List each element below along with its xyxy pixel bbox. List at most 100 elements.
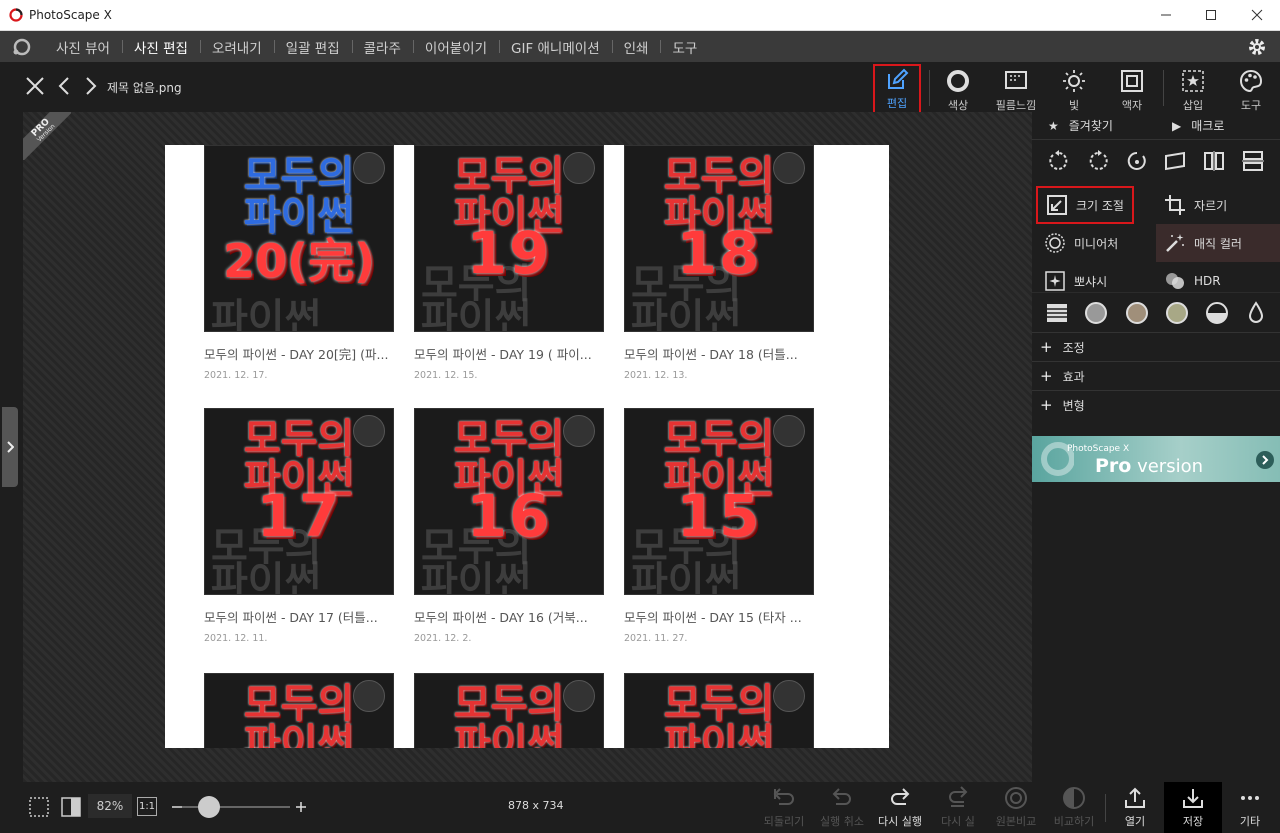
bokeh-button[interactable]: 뽀샤시	[1036, 262, 1134, 300]
chevron-left-icon[interactable]	[57, 76, 71, 96]
filter-warm-icon[interactable]	[1165, 301, 1189, 325]
hdr-button[interactable]: HDR	[1156, 262, 1254, 300]
miniature-button[interactable]: 미니어처	[1036, 224, 1134, 262]
section-effects[interactable]: + 효과	[1032, 361, 1280, 390]
divider	[929, 70, 930, 106]
post-title: 모두의 파이썬 - DAY 20[完] (파...	[204, 347, 389, 362]
rotate-right-icon[interactable]	[1086, 149, 1110, 173]
book-cover-thumbnail: 모두의 파이썬 모두의 파이썬 19	[414, 145, 604, 332]
menu-collage[interactable]: 콜라주	[351, 37, 413, 57]
pro-version-ribbon[interactable]: PRO Version	[23, 112, 71, 160]
redo-button[interactable]: 다시 실행	[872, 786, 928, 829]
compare-label: 비교하기	[1053, 815, 1095, 828]
book-cover-thumbnail: 모두의 파이썬 모두의 파이썬 17	[204, 408, 394, 595]
list-icon[interactable]	[1046, 302, 1068, 324]
cover-title-2: 파이썬	[663, 721, 775, 748]
tab-edit-label: 편집	[886, 97, 908, 110]
droplet-icon[interactable]	[1246, 300, 1266, 325]
menu-batch[interactable]: 일괄 편집	[273, 37, 352, 57]
zoom-in-icon[interactable]	[294, 800, 308, 814]
main-menu: 사진 뷰어 사진 편집 오려내기 일괄 편집 콜라주 이어붙이기 GIF 애니메…	[0, 31, 1280, 62]
tab-insert-label: 삽입	[1182, 99, 1204, 112]
save-button[interactable]: 저장	[1165, 786, 1221, 829]
magic-color-button[interactable]: 매직 컬러	[1156, 224, 1280, 262]
original-compare-button[interactable]: 원본비교	[988, 786, 1044, 829]
cover-ghost-text: 파이썬	[211, 296, 322, 332]
post-date: 2021. 12. 2.	[414, 633, 472, 644]
zoom-level[interactable]: 82%	[88, 794, 132, 818]
home-logo-icon[interactable]	[0, 37, 44, 57]
filter-gray-icon[interactable]	[1084, 301, 1108, 325]
section-adjust-label: 조정	[1062, 340, 1085, 355]
tool-grid: 크기 조절 자르기 미니어처 매직 컬러 뽀샤시 HDR	[1032, 182, 1280, 292]
resize-button[interactable]: 크기 조절	[1036, 186, 1134, 224]
filter-sepia-icon[interactable]	[1125, 301, 1149, 325]
flip-vertical-icon[interactable]	[1241, 149, 1265, 173]
section-effects-label: 효과	[1062, 369, 1085, 384]
post-title: 모두의 파이썬 - DAY 19 ( 파이...	[414, 347, 592, 362]
maximize-icon[interactable]	[1203, 7, 1219, 23]
expand-left-panel-button[interactable]	[2, 407, 18, 487]
macro-button[interactable]: ▶ 매크로	[1156, 117, 1280, 134]
menu-cut-out[interactable]: 오려내기	[199, 37, 274, 57]
list-item: 모두의 파이썬	[624, 673, 814, 748]
frame-icon	[1121, 70, 1143, 92]
promo-app-name: PhotoScape X	[1067, 444, 1130, 454]
flip-horizontal-icon[interactable]	[1202, 149, 1226, 173]
plus-icon: +	[1040, 338, 1053, 356]
actual-size-button[interactable]: 1:1	[137, 797, 157, 816]
undo-label: 실행 취소	[820, 815, 864, 828]
close-window-icon[interactable]	[1249, 7, 1265, 23]
rotate-left-icon[interactable]	[1047, 149, 1071, 173]
crop-button[interactable]: 자르기	[1156, 186, 1254, 224]
gear-icon[interactable]	[1247, 37, 1267, 57]
undo-button[interactable]: 실행 취소	[814, 786, 870, 829]
file-name: 제목 없음.png	[107, 81, 182, 95]
straighten-icon[interactable]	[1163, 149, 1187, 173]
rotate-arbitrary-icon[interactable]	[1125, 149, 1149, 173]
promo-pro: Pro	[1095, 455, 1132, 477]
tab-frame-label: 액자	[1121, 99, 1143, 112]
sparkle-frame-icon	[1045, 271, 1065, 291]
cover-day-number: 16	[466, 482, 552, 550]
chevron-right-icon[interactable]	[84, 76, 98, 96]
miniature-label: 미니어처	[1074, 236, 1119, 251]
select-marquee-icon[interactable]	[28, 796, 50, 818]
chevron-right-icon	[7, 441, 14, 453]
section-transform[interactable]: + 변형	[1032, 390, 1280, 419]
post-title: 모두의 파이썬 - DAY 16 (거북...	[414, 610, 588, 625]
compare-split-icon[interactable]	[60, 796, 82, 818]
more-button[interactable]: 기타	[1222, 786, 1278, 829]
tab-light-label: 빛	[1068, 99, 1080, 112]
minimize-icon[interactable]	[1158, 7, 1174, 23]
repeat-button[interactable]: 다시 실	[930, 786, 986, 829]
menu-tools[interactable]: 도구	[660, 37, 709, 57]
section-adjust[interactable]: + 조정	[1032, 332, 1280, 361]
chevron-right-icon	[1256, 451, 1274, 469]
open-button[interactable]: 열기	[1107, 786, 1163, 829]
favorites-button[interactable]: ★ 즐겨찾기	[1032, 117, 1156, 134]
menu-photo-viewer[interactable]: 사진 뷰어	[44, 37, 122, 57]
book-cover-thumbnail: 모두의 파이썬	[204, 673, 394, 748]
menu-gif[interactable]: GIF 애니메이션	[499, 37, 612, 57]
menu-photo-editor[interactable]: 사진 편집	[121, 37, 200, 57]
crop-icon	[1165, 195, 1185, 215]
edited-image[interactable]: 모두의 파이썬 20(完) 파이썬 모두의 파이썬 - DAY 20[完] (파…	[165, 145, 889, 748]
revert-label: 되돌리기	[763, 815, 805, 828]
miniature-icon	[1045, 233, 1065, 253]
post-date: 2021. 12. 11.	[204, 633, 268, 644]
filter-half-icon[interactable]	[1205, 301, 1229, 325]
play-icon: ▶	[1172, 118, 1182, 133]
cover-ghost-text: 파이썬	[631, 559, 742, 595]
image-dimensions: 878 x 734	[508, 799, 564, 812]
more-dots-icon	[1241, 796, 1259, 800]
pro-version-banner[interactable]: PhotoScape X Pro version	[1032, 436, 1280, 482]
menu-print[interactable]: 인쇄	[611, 37, 661, 57]
zoom-slider-handle[interactable]	[198, 796, 220, 818]
revert-button[interactable]: 되돌리기	[756, 786, 812, 829]
crop-label: 자르기	[1194, 198, 1228, 213]
post-date: 2021. 12. 17.	[204, 370, 268, 381]
close-icon[interactable]	[25, 76, 45, 96]
compare-button[interactable]: 비교하기	[1046, 786, 1102, 829]
menu-combine[interactable]: 이어붙이기	[412, 37, 499, 57]
